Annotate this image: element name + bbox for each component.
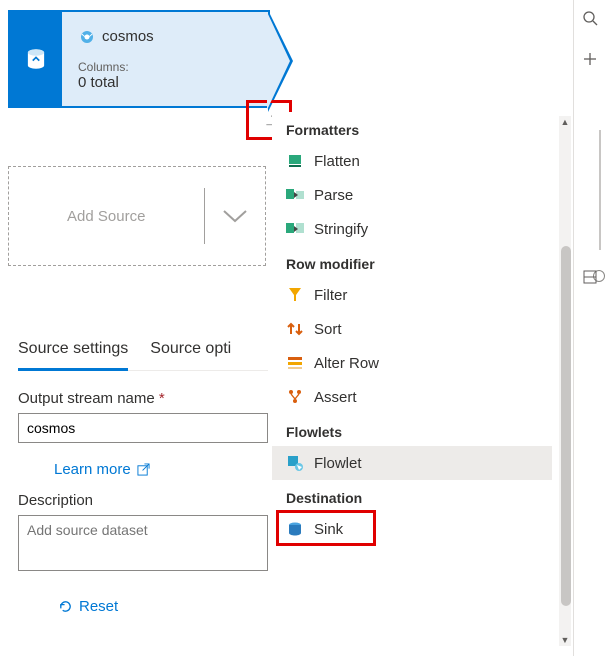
source-settings-form: Output stream name * Learn more Descript… [18, 390, 268, 617]
filter-icon [286, 286, 304, 304]
menu-item-label: Alter Row [314, 355, 379, 372]
reset-icon [58, 599, 73, 614]
tab-source-options[interactable]: Source opti [150, 332, 231, 370]
sink-icon [286, 520, 304, 538]
menu-item-label: Assert [314, 389, 357, 406]
menu-item-label: Stringify [314, 221, 368, 238]
parse-icon [286, 186, 304, 204]
menu-item-label: Flowlet [314, 455, 362, 472]
stringify-icon [286, 220, 304, 238]
learn-more-link[interactable]: Learn more [54, 461, 150, 478]
menu-item-sort[interactable]: Sort [272, 312, 552, 346]
external-link-icon [137, 463, 150, 476]
menu-section-flowlets: Flowlets [272, 414, 552, 446]
menu-item-sink[interactable]: Sink [272, 512, 552, 546]
source-node-columns-label: Columns: [78, 60, 258, 74]
menu-item-flatten[interactable]: Flatten [272, 144, 552, 178]
menu-item-label: Sink [314, 521, 343, 538]
menu-item-label: Flatten [314, 153, 360, 170]
menu-item-alter-row[interactable]: Alter Row [272, 346, 552, 380]
menu-item-label: Sort [314, 321, 342, 338]
description-textarea[interactable] [18, 515, 268, 571]
scroll-down-arrow[interactable]: ▼ [559, 634, 571, 646]
reset-button[interactable]: Reset [58, 598, 118, 615]
source-tabs: Source settings Source opti [18, 332, 268, 371]
add-step-plus-icon: _ˈ [267, 115, 272, 126]
source-node-title: cosmos [102, 28, 154, 45]
menu-section-formatters: Formatters [272, 112, 552, 144]
alter-row-icon [286, 354, 304, 372]
menu-item-filter[interactable]: Filter [272, 278, 552, 312]
menu-item-label: Parse [314, 187, 353, 204]
add-source-dropdown[interactable] [205, 208, 265, 224]
sort-icon [286, 320, 304, 338]
menu-section-row-modifier: Row modifier [272, 246, 552, 278]
add-source-box[interactable]: Add Source [8, 166, 266, 266]
menu-item-flowlet[interactable]: Flowlet [272, 446, 552, 480]
transformation-menu: Formatters Flatten Parse Stringify Row m… [272, 112, 552, 652]
cosmos-icon [78, 28, 96, 46]
add-source-label: Add Source [9, 208, 204, 225]
chevron-down-icon [221, 208, 249, 224]
flowlet-icon [286, 454, 304, 472]
menu-item-assert[interactable]: Assert [272, 380, 552, 414]
menu-item-label: Filter [314, 287, 347, 304]
source-node-type-icon [10, 12, 62, 106]
flatten-icon [286, 152, 304, 170]
output-stream-input[interactable] [18, 413, 268, 443]
source-node-cosmos[interactable]: cosmos Columns: 0 total [8, 10, 270, 108]
output-stream-label: Output stream name * [18, 390, 268, 407]
menu-item-parse[interactable]: Parse [272, 178, 552, 212]
menu-item-stringify[interactable]: Stringify [272, 212, 552, 246]
assert-icon [286, 388, 304, 406]
menu-section-destination: Destination [272, 480, 552, 512]
tab-source-settings[interactable]: Source settings [18, 332, 128, 371]
description-label: Description [18, 492, 268, 509]
source-node-columns-count: 0 total [78, 74, 258, 91]
